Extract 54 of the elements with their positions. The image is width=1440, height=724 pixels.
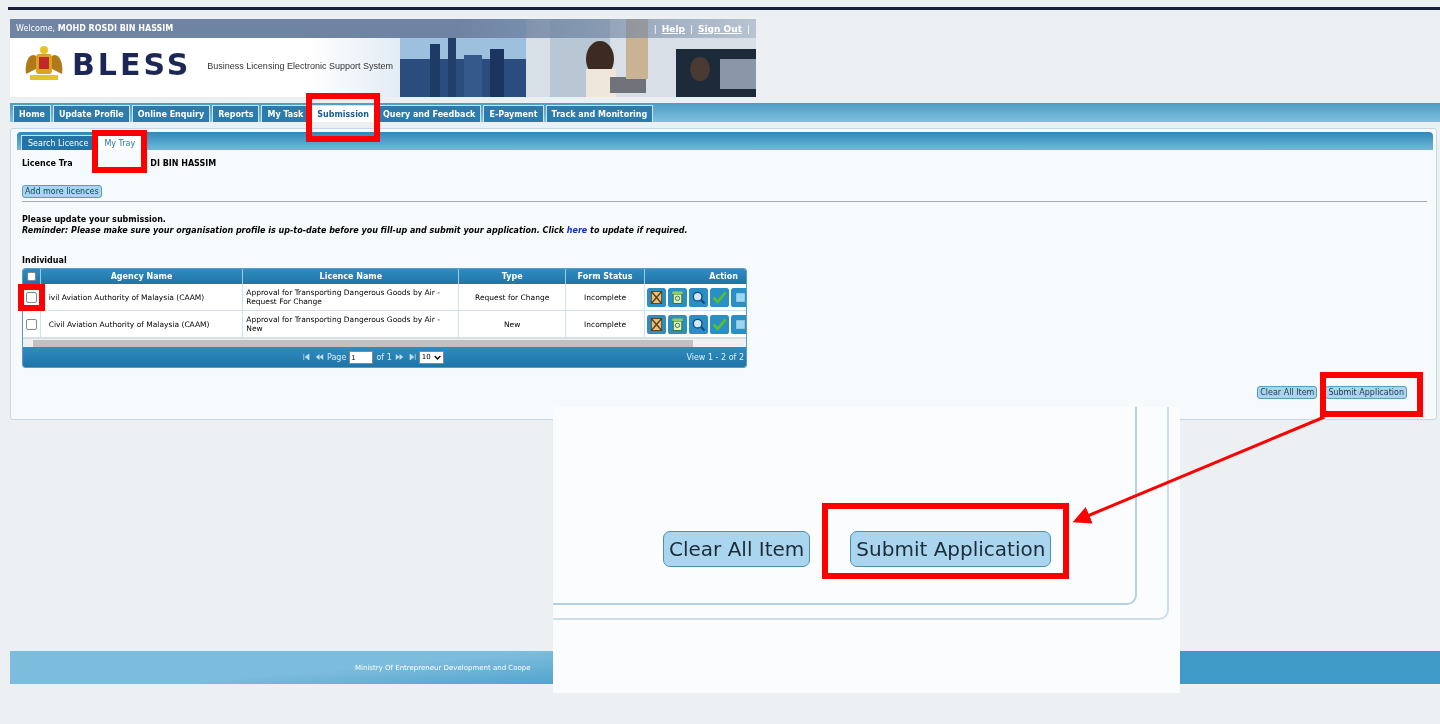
nav-tab[interactable]: Query and Feedback (377, 105, 482, 122)
notice-text: Please update your submission. (22, 215, 167, 224)
record-count: View 1 - 2 of 2 (686, 352, 744, 362)
next-page-icon[interactable] (394, 354, 404, 360)
column-header: Agency Name (110, 272, 173, 281)
row-checkbox[interactable] (26, 318, 37, 330)
submit-application-button[interactable]: Submit Application (850, 531, 1052, 567)
here-link[interactable]: here (566, 226, 588, 235)
search-icon[interactable] (689, 287, 709, 307)
horizontal-scrollbar[interactable] (23, 338, 746, 347)
separator-text: | (653, 23, 657, 34)
tray-title: DI BIN HASSIM (150, 159, 217, 170)
logo-text: BLESS (72, 46, 192, 82)
highlight-box (92, 130, 148, 173)
action-icon[interactable] (731, 287, 746, 307)
last-page-icon[interactable] (406, 354, 416, 360)
nav-tab[interactable]: Reports (212, 105, 260, 122)
nav-tab[interactable]: Track and Monitoring (545, 105, 654, 122)
nav-tab[interactable]: Submission (311, 105, 376, 122)
crossed-document-icon[interactable] (647, 314, 667, 334)
tray-title: Licence Tra (22, 159, 73, 170)
column-header: Form Status (577, 272, 633, 281)
select-all-checkbox[interactable] (26, 272, 36, 281)
add-licences-button[interactable]: Add more licences (22, 185, 102, 198)
action-icon[interactable] (731, 314, 746, 334)
crossed-document-icon[interactable] (647, 287, 667, 307)
page-label: Page (327, 352, 347, 362)
welcome-text: Welcome, MOHD ROSDI BIN HASSIM (16, 24, 174, 33)
nav-tab[interactable]: E-Payment (483, 105, 544, 122)
clear-all-button[interactable]: Clear All Item (663, 531, 811, 567)
previous-page-icon[interactable] (315, 354, 324, 360)
first-page-icon[interactable] (303, 354, 312, 360)
highlight-box (18, 283, 45, 311)
column-header: Type (501, 272, 523, 281)
nav-tab[interactable]: Home (13, 105, 51, 122)
column-header: Action (709, 272, 738, 281)
search-icon[interactable] (689, 314, 709, 334)
separator-text: | (690, 23, 694, 34)
bin-icon[interactable] (668, 287, 688, 307)
clear-all-button[interactable]: Clear All Item (1257, 386, 1318, 399)
reminder-text: Reminder: Please make sure your organisation profile is up-to-date before you fill-up and submit your application. Click here to update if required. (22, 226, 689, 235)
nav-tab[interactable]: Online Enquiry (131, 105, 211, 122)
separator-text: | (746, 23, 750, 34)
caret-icon (433, 354, 441, 360)
tick-icon[interactable] (710, 314, 730, 334)
section-label: Individual (22, 256, 68, 265)
nav-tab[interactable]: Update Profile (52, 105, 130, 122)
tick-icon[interactable] (710, 287, 730, 307)
column-header: Licence Name (319, 272, 383, 281)
page-count: of 1 (376, 352, 392, 362)
site-subtitle: Business Licensing Electronic Support System (207, 61, 393, 71)
submit-application-button[interactable]: Submit Application (1325, 386, 1407, 399)
bin-icon[interactable] (668, 314, 688, 334)
row-checkbox[interactable] (26, 291, 37, 303)
